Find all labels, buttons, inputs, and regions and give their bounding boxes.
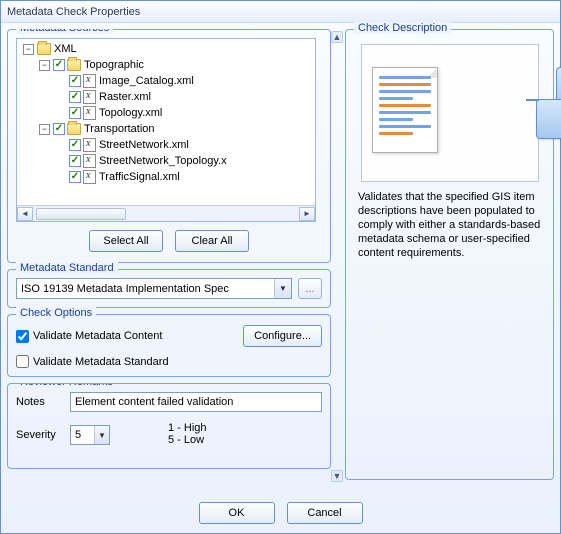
metadata-sources-group: Metadata Sources − XML [7, 29, 331, 263]
document-icon [372, 67, 438, 153]
xml-file-icon [83, 138, 96, 152]
folder-icon [67, 123, 81, 135]
tree-label: Image_Catalog.xml [99, 75, 194, 87]
tree-label: Topographic [84, 59, 144, 71]
group-legend: Check Description [354, 22, 451, 34]
chevron-down-icon[interactable]: ▼ [274, 279, 291, 298]
cancel-button[interactable]: Cancel [287, 502, 363, 524]
tree-folder-row[interactable]: − Topographic [17, 57, 315, 73]
metadata-check-properties-dialog: Metadata Check Properties Metadata Sourc… [0, 0, 561, 534]
checkbox-icon[interactable] [53, 59, 65, 71]
xml-file-icon [83, 170, 96, 184]
severity-combo[interactable]: 5 ▼ [70, 425, 110, 445]
check-description-group: Check Description Va [345, 29, 554, 480]
collapse-icon[interactable]: − [39, 60, 50, 71]
check-options-group: Check Options Validate Metadata Content … [7, 314, 331, 377]
validate-content-checkbox[interactable] [16, 330, 29, 343]
tree-label: StreetNetwork.xml [99, 139, 189, 151]
option-label: Validate Metadata Content [33, 330, 162, 342]
dialog-body: Metadata Sources − XML [1, 23, 560, 493]
title-text: Metadata Check Properties [7, 6, 140, 18]
select-all-button[interactable]: Select All [89, 230, 163, 252]
tree-file-row[interactable]: TrafficSignal.xml [17, 169, 315, 185]
checkbox-icon[interactable] [69, 171, 81, 183]
option-label: Validate Metadata Standard [33, 356, 169, 368]
checkbox-icon[interactable] [53, 123, 65, 135]
group-legend: Check Options [16, 307, 96, 319]
combo-value: 5 [75, 429, 81, 441]
checkbox-icon[interactable] [69, 107, 81, 119]
scroll-thumb[interactable] [36, 208, 126, 220]
notes-label: Notes [16, 396, 62, 408]
metadata-standard-combo[interactable]: ISO 19139 Metadata Implementation Spec ▼ [16, 278, 292, 299]
collapse-icon[interactable]: − [23, 44, 34, 55]
xml-file-icon [83, 154, 96, 168]
tree-file-row[interactable]: Raster.xml [17, 89, 315, 105]
severity-label: Severity [16, 429, 62, 441]
notes-field[interactable] [70, 392, 322, 412]
description-illustration [361, 44, 539, 182]
checkbox-icon[interactable] [69, 91, 81, 103]
checkbox-icon[interactable] [69, 155, 81, 167]
tree-root-row[interactable]: − XML [17, 41, 315, 57]
tree-file-row[interactable]: Topology.xml [17, 105, 315, 121]
scroll-right-button[interactable]: ► [299, 207, 315, 221]
description-text: Validates that the specified GIS item de… [354, 190, 545, 260]
xml-file-icon [83, 90, 96, 104]
configure-button[interactable]: Configure... [243, 325, 322, 347]
right-pane: Check Description Va [339, 29, 554, 484]
tree-label: XML [54, 43, 77, 55]
tree-label: Topology.xml [99, 107, 162, 119]
sources-tree[interactable]: − XML − Topographic [16, 38, 316, 222]
titlebar: Metadata Check Properties [1, 1, 560, 23]
browse-button[interactable]: ... [298, 278, 322, 299]
tree-file-row[interactable]: StreetNetwork.xml [17, 137, 315, 153]
tree-label: TrafficSignal.xml [99, 171, 180, 183]
xml-file-icon [83, 74, 96, 88]
severity-legend: 1 - High 5 - Low [168, 422, 207, 448]
validate-content-option[interactable]: Validate Metadata Content [16, 330, 162, 343]
horizontal-scrollbar[interactable]: ◄ ► [17, 205, 315, 221]
validate-standard-option[interactable]: Validate Metadata Standard [16, 355, 322, 368]
tree-file-row[interactable]: Image_Catalog.xml [17, 73, 315, 89]
clear-all-button[interactable]: Clear All [175, 230, 249, 252]
checkbox-icon[interactable] [69, 139, 81, 151]
group-legend: Metadata Sources [16, 29, 113, 34]
dialog-footer: OK Cancel [1, 493, 560, 533]
tree-label: Raster.xml [99, 91, 151, 103]
combo-value: ISO 19139 Metadata Implementation Spec [21, 283, 274, 295]
group-legend: Reviewer Remarks [16, 383, 117, 388]
severity-high-label: 1 - High [168, 422, 207, 434]
tree-file-row[interactable]: StreetNetwork_Topology.x [17, 153, 315, 169]
ok-button[interactable]: OK [199, 502, 275, 524]
tree-label: StreetNetwork_Topology.x [99, 155, 227, 167]
xml-file-icon [83, 106, 96, 120]
tree-view[interactable]: − XML − Topographic [17, 39, 315, 205]
validate-standard-checkbox[interactable] [16, 355, 29, 368]
tree-folder-row[interactable]: − Transportation [17, 121, 315, 137]
scroll-left-button[interactable]: ◄ [17, 207, 33, 221]
tree-label: Transportation [84, 123, 155, 135]
severity-low-label: 5 - Low [168, 434, 207, 446]
collapse-icon[interactable]: − [39, 124, 50, 135]
metadata-standard-group: Metadata Standard ISO 19139 Metadata Imp… [7, 269, 331, 308]
chevron-down-icon[interactable]: ▼ [94, 426, 109, 444]
reviewer-remarks-group: Reviewer Remarks Notes Severity 5 ▼ 1 - … [7, 383, 331, 469]
group-legend: Metadata Standard [16, 262, 118, 274]
scroll-track[interactable] [34, 207, 298, 221]
folder-icon [67, 59, 81, 71]
checkbox-icon[interactable] [69, 75, 81, 87]
folder-icon [37, 43, 51, 55]
left-pane: Metadata Sources − XML [7, 29, 335, 484]
